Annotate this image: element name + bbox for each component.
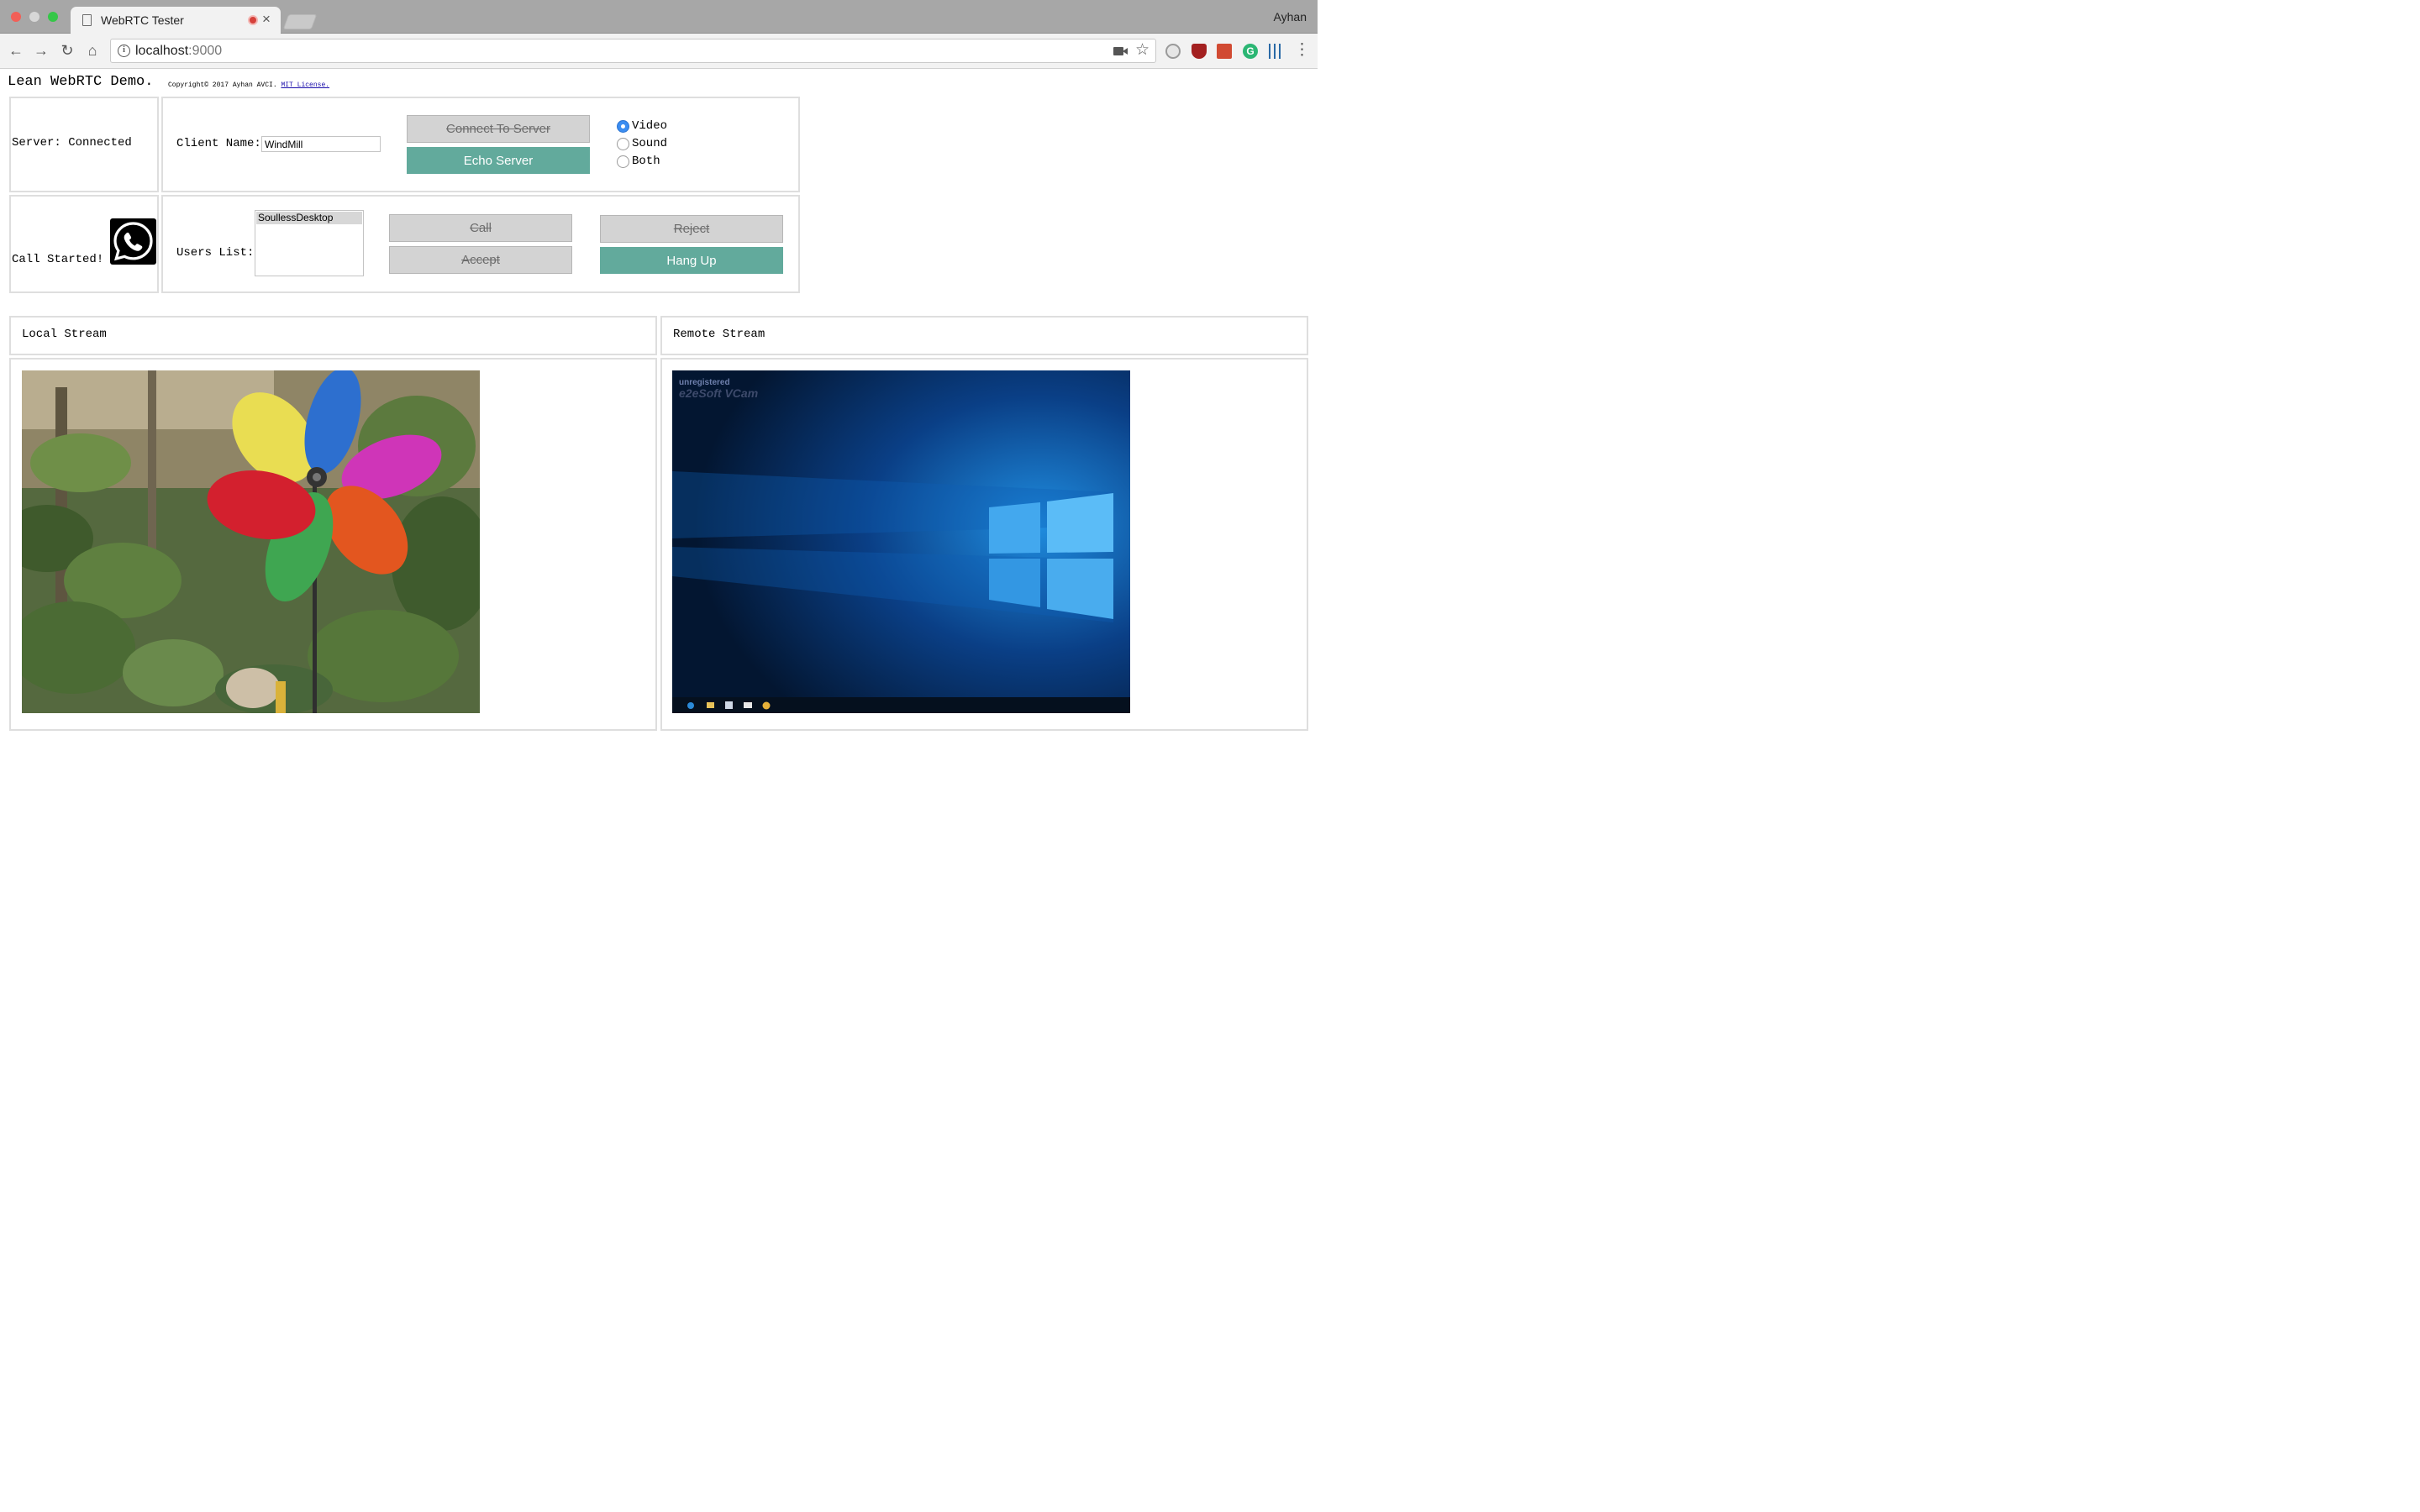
- remote-video: unregistered e2eSoft VCam: [672, 370, 1130, 713]
- video-radio-button[interactable]: [617, 120, 629, 133]
- reload-icon[interactable]: ↻: [58, 41, 76, 60]
- url-text[interactable]: localhost:9000: [135, 44, 222, 59]
- client-name-input[interactable]: [261, 136, 381, 152]
- hang-up-button[interactable]: Hang Up: [600, 247, 783, 274]
- watermark-vcam: e2eSoft VCam: [679, 386, 758, 400]
- local-video: [22, 370, 480, 713]
- client-name-label: Client Name:: [176, 137, 261, 150]
- close-window-button[interactable]: [11, 12, 21, 22]
- remote-stream-label: Remote Stream: [673, 328, 765, 341]
- sound-radio-label: Sound: [632, 137, 668, 150]
- equalizer-extension-icon[interactable]: [1269, 44, 1284, 59]
- page-document-icon: [82, 14, 92, 26]
- sound-radio-button[interactable]: [617, 138, 629, 150]
- user-list-item[interactable]: SoullessDesktop: [256, 212, 362, 224]
- reject-button[interactable]: Reject: [600, 215, 783, 243]
- local-stream-label: Local Stream: [22, 328, 107, 341]
- whatsapp-phone-icon: [110, 218, 156, 265]
- forward-arrow-icon[interactable]: →: [32, 41, 50, 60]
- camera-in-use-icon[interactable]: [1113, 47, 1128, 55]
- url-port: :9000: [188, 44, 223, 58]
- back-arrow-icon[interactable]: ←: [7, 41, 25, 60]
- users-list-label: Users List:: [176, 246, 255, 260]
- home-icon[interactable]: ⌂: [83, 41, 102, 60]
- accept-button[interactable]: Accept: [389, 246, 572, 274]
- copyright-notice: Copyright© 2017 Ayhan AVCI. MIT License.: [168, 81, 329, 89]
- echo-server-button[interactable]: Echo Server: [407, 147, 590, 174]
- close-tab-icon[interactable]: ×: [262, 11, 271, 28]
- connect-to-server-button[interactable]: Connect To Server: [407, 115, 590, 143]
- both-radio-button[interactable]: [617, 155, 629, 168]
- tab-title: WebRTC Tester: [101, 13, 184, 27]
- users-listbox[interactable]: SoullessDesktop: [255, 210, 364, 276]
- browser-toolbar: ← → ↻ ⌂ i localhost:9000 ☆ G ⋮: [0, 34, 1318, 69]
- minimize-window-button[interactable]: [29, 12, 39, 22]
- ublock-extension-icon[interactable]: [1192, 44, 1207, 59]
- profile-name[interactable]: Ayhan: [1274, 10, 1307, 24]
- bookmark-star-icon[interactable]: ☆: [1135, 41, 1150, 60]
- browser-tab[interactable]: WebRTC Tester ×: [71, 7, 281, 34]
- new-tab-button[interactable]: [282, 14, 318, 29]
- browser-menu-icon[interactable]: ⋮: [1294, 41, 1310, 60]
- call-status-label: Call Started!: [12, 253, 104, 266]
- license-link[interactable]: MIT License.: [281, 81, 329, 89]
- recording-indicator-icon: [248, 15, 258, 25]
- browser-title-bar: WebRTC Tester × Ayhan: [0, 0, 1318, 34]
- call-button[interactable]: Call: [389, 214, 572, 242]
- globe-extension-icon[interactable]: [1165, 44, 1181, 59]
- bookmark-extension-icon[interactable]: [1217, 44, 1232, 59]
- url-host: localhost: [135, 44, 189, 58]
- page-title: Lean WebRTC Demo.: [8, 74, 154, 90]
- screen: { "browser": { "tab_title": "WebRTC Test…: [0, 0, 1318, 823]
- video-radio-label: Video: [632, 119, 668, 133]
- site-info-icon[interactable]: i: [118, 45, 130, 57]
- address-bar[interactable]: i localhost:9000 ☆: [110, 39, 1156, 63]
- server-status-label: Server: Connected: [12, 136, 132, 150]
- maximize-window-button[interactable]: [48, 12, 58, 22]
- grammarly-extension-icon[interactable]: G: [1243, 44, 1258, 59]
- both-radio-label: Both: [632, 155, 660, 168]
- copyright-text: Copyright© 2017 Ayhan AVCI.: [168, 81, 277, 89]
